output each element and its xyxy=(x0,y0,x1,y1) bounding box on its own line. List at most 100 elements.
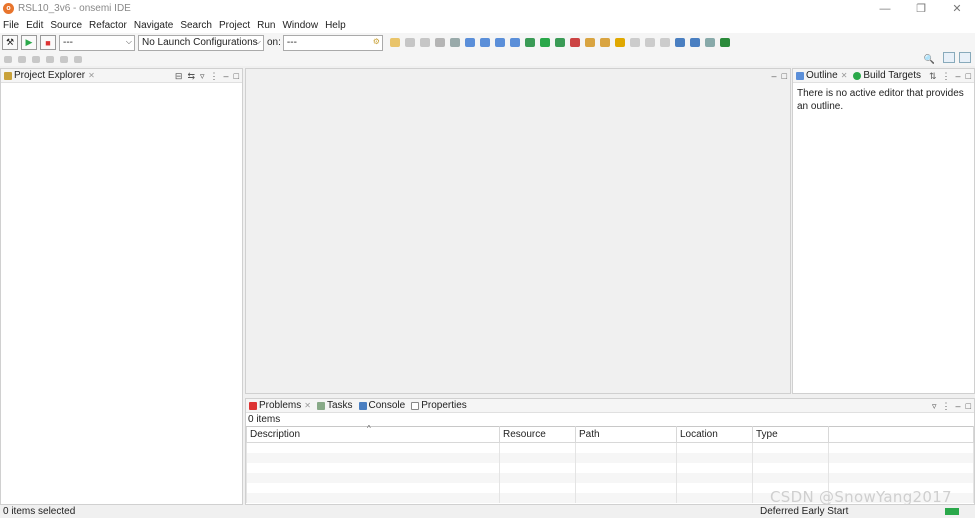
project-explorer-header: Project Explorer ✕ ⊟ ⇆ ▿ ⋮ – □ xyxy=(1,69,242,83)
problems-controls: ▿ ⋮ – □ xyxy=(927,399,971,413)
coverage-icon[interactable] xyxy=(554,38,565,47)
next-annotation-icon[interactable] xyxy=(4,55,12,63)
outline-panel: Outline ✕ Build Targets ⇅ ⋮ – □ There is… xyxy=(792,68,975,394)
menu-help[interactable]: Help xyxy=(325,20,346,31)
maximize-editor-icon[interactable]: □ xyxy=(782,71,787,81)
view-menu-icon[interactable]: ⋮ xyxy=(942,401,951,412)
tab-build-targets[interactable]: Build Targets xyxy=(853,70,921,81)
column-filler xyxy=(828,426,974,443)
tool-icon[interactable] xyxy=(449,38,460,47)
new-folder-icon[interactable] xyxy=(479,38,490,47)
menu-window[interactable]: Window xyxy=(282,20,318,31)
debug-run-icon[interactable] xyxy=(524,38,535,47)
minimize-view-icon[interactable]: – xyxy=(224,71,229,81)
column-description[interactable]: Description ^ xyxy=(246,424,500,443)
minimize-icon[interactable]: — xyxy=(867,0,903,17)
menu-refactor[interactable]: Refactor xyxy=(89,20,127,31)
sort-caret-icon: ^ xyxy=(367,424,371,433)
launch-mode-select[interactable]: --- ⌵ xyxy=(59,34,135,51)
new-header-icon[interactable] xyxy=(509,38,520,47)
menu-file[interactable]: File xyxy=(3,20,19,31)
open-perspective-icon[interactable] xyxy=(943,52,955,63)
new-class-icon[interactable] xyxy=(464,38,475,47)
launch-config-value: No Launch Configurations xyxy=(142,37,258,48)
stop-icon[interactable]: ■ xyxy=(40,35,56,50)
open-type-icon[interactable] xyxy=(584,38,595,47)
gear-icon: ⚙ xyxy=(372,36,380,46)
view-menu-icon[interactable]: ⋮ xyxy=(942,71,951,82)
filter-icon[interactable]: ▿ xyxy=(932,401,937,412)
close-icon[interactable]: ✕ xyxy=(939,0,975,17)
run-icon[interactable] xyxy=(539,38,550,47)
debug-config-icon[interactable] xyxy=(689,38,700,47)
back-icon[interactable] xyxy=(46,55,54,63)
menu-source[interactable]: Source xyxy=(50,20,82,31)
toggle-mark-icon[interactable] xyxy=(629,38,640,47)
tab-project-explorer[interactable]: Project Explorer ✕ xyxy=(4,70,95,81)
package-icon[interactable] xyxy=(719,38,730,47)
search-icon[interactable]: 🔍 xyxy=(924,54,935,65)
toggle-block-icon[interactable] xyxy=(644,38,655,47)
tab-console[interactable]: Console xyxy=(358,400,406,411)
menu-project[interactable]: Project xyxy=(219,20,250,31)
filter-icon[interactable]: ▿ xyxy=(200,71,205,82)
last-edit-icon[interactable] xyxy=(32,55,40,63)
column-path[interactable]: Path xyxy=(575,426,677,443)
chevron-down-icon: ⌵ xyxy=(125,36,132,46)
new-source-icon[interactable] xyxy=(494,38,505,47)
maximize-view-icon[interactable]: □ xyxy=(234,71,239,81)
close-tab-icon[interactable]: ✕ xyxy=(88,71,95,80)
c-perspective-icon[interactable] xyxy=(959,52,971,63)
debug-icon[interactable] xyxy=(434,38,445,47)
pin-editor-icon[interactable] xyxy=(74,55,82,63)
save-all-icon[interactable] xyxy=(419,38,430,47)
maximize-view-icon[interactable]: □ xyxy=(966,401,971,411)
tab-problems[interactable]: Problems ✕ xyxy=(249,400,311,411)
show-whitespace-icon[interactable] xyxy=(659,38,670,47)
menu-edit[interactable]: Edit xyxy=(26,20,43,31)
minimize-view-icon[interactable]: – xyxy=(956,401,961,411)
main-toolbar: ⚒ ▶ ■ --- ⌵ No Launch Configurations ⌵ o… xyxy=(0,33,975,52)
new-project-icon[interactable] xyxy=(389,38,400,47)
close-tab-icon[interactable]: ✕ xyxy=(841,71,848,80)
terminal-icon[interactable] xyxy=(674,38,685,47)
maximize-view-icon[interactable]: □ xyxy=(966,71,971,81)
search-tool-icon[interactable] xyxy=(614,38,625,47)
save-icon[interactable] xyxy=(404,38,415,47)
progress-icon[interactable] xyxy=(945,508,959,515)
view-menu-icon[interactable]: ⋮ xyxy=(210,71,219,82)
build-targets-icon xyxy=(853,71,862,80)
minimize-editor-icon[interactable]: – xyxy=(772,71,777,81)
tab-properties[interactable]: Properties xyxy=(411,400,467,411)
status-selection: 0 items selected xyxy=(3,506,76,517)
properties-tab-label: Properties xyxy=(421,400,467,411)
menu-navigate[interactable]: Navigate xyxy=(134,20,173,31)
status-bar: 0 items selected Deferred Early Start xyxy=(0,505,975,518)
close-tab-icon[interactable]: ✕ xyxy=(304,401,311,410)
tab-outline[interactable]: Outline ✕ xyxy=(796,70,847,81)
minimize-view-icon[interactable]: – xyxy=(956,71,961,81)
sort-icon[interactable]: ⇅ xyxy=(929,71,937,82)
prev-annotation-icon[interactable] xyxy=(18,55,26,63)
editor-area: – □ xyxy=(245,68,791,394)
launch-run-icon[interactable]: ▶ xyxy=(21,35,37,50)
column-resource[interactable]: Resource xyxy=(499,426,576,443)
menu-run[interactable]: Run xyxy=(257,20,275,31)
bottom-panel-header: Problems ✕ Tasks Console Properties ▿ ⋮ … xyxy=(246,399,974,413)
restore-icon[interactable]: ❐ xyxy=(903,0,939,17)
title-bar: o RSL10_3v6 - onsemi IDE — ❐ ✕ xyxy=(0,0,975,17)
tab-tasks[interactable]: Tasks xyxy=(316,400,353,411)
link-editor-icon[interactable]: ⇆ xyxy=(187,71,195,82)
menu-search[interactable]: Search xyxy=(180,20,212,31)
forward-icon[interactable] xyxy=(60,55,68,63)
console-tab-label: Console xyxy=(368,400,406,411)
build-hammer-icon[interactable]: ⚒ xyxy=(2,35,18,50)
external-tools-icon[interactable] xyxy=(569,38,580,47)
column-location[interactable]: Location xyxy=(676,426,753,443)
open-element-icon[interactable] xyxy=(599,38,610,47)
launch-config-select[interactable]: No Launch Configurations ⌵ xyxy=(138,34,264,51)
launch-target-select[interactable]: --- ⚙ xyxy=(282,34,383,51)
collapse-all-icon[interactable]: ⊟ xyxy=(175,71,183,82)
refresh-icon[interactable] xyxy=(704,38,715,47)
column-type[interactable]: Type xyxy=(752,426,829,443)
